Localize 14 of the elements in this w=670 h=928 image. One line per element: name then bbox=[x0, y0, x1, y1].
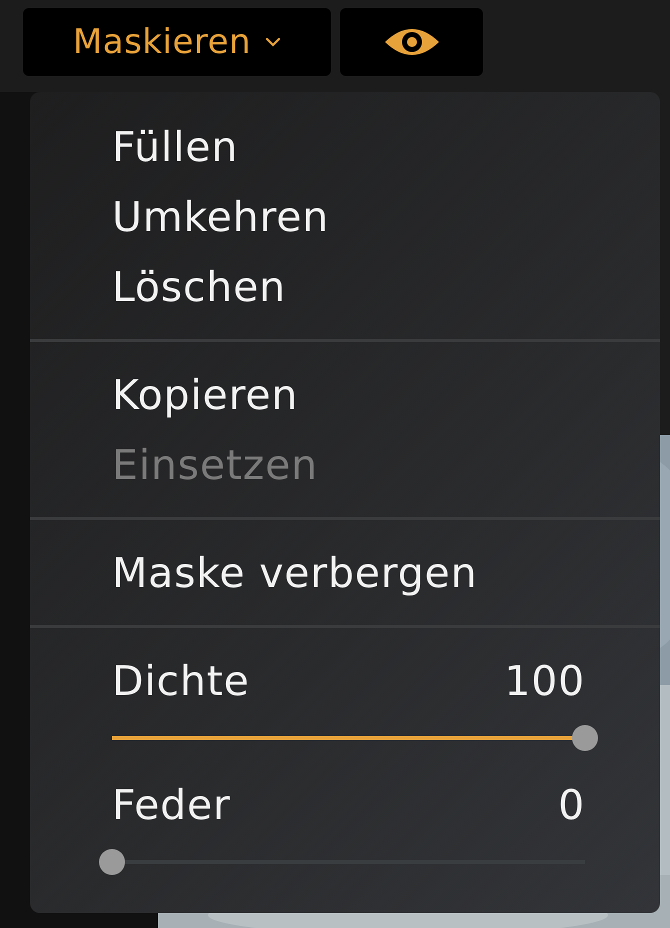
menu-item[interactable]: Maske verbergen bbox=[112, 538, 585, 608]
menu-item[interactable]: Umkehren bbox=[112, 182, 585, 252]
menu-item[interactable]: Füllen bbox=[112, 112, 585, 182]
visibility-button[interactable] bbox=[340, 8, 483, 76]
mask-dropdown-button[interactable]: Maskieren bbox=[23, 8, 331, 76]
slider-value: 100 bbox=[504, 657, 585, 705]
menu-item[interactable]: Löschen bbox=[112, 252, 585, 322]
slider-label: Feder bbox=[112, 781, 231, 829]
menu-item[interactable]: Kopieren bbox=[112, 360, 585, 430]
slider-label: Dichte bbox=[112, 657, 250, 705]
caret-icon bbox=[265, 37, 282, 47]
slider-value: 0 bbox=[558, 781, 585, 829]
slider-thumb[interactable] bbox=[572, 725, 598, 751]
slider-thumb[interactable] bbox=[99, 849, 125, 875]
